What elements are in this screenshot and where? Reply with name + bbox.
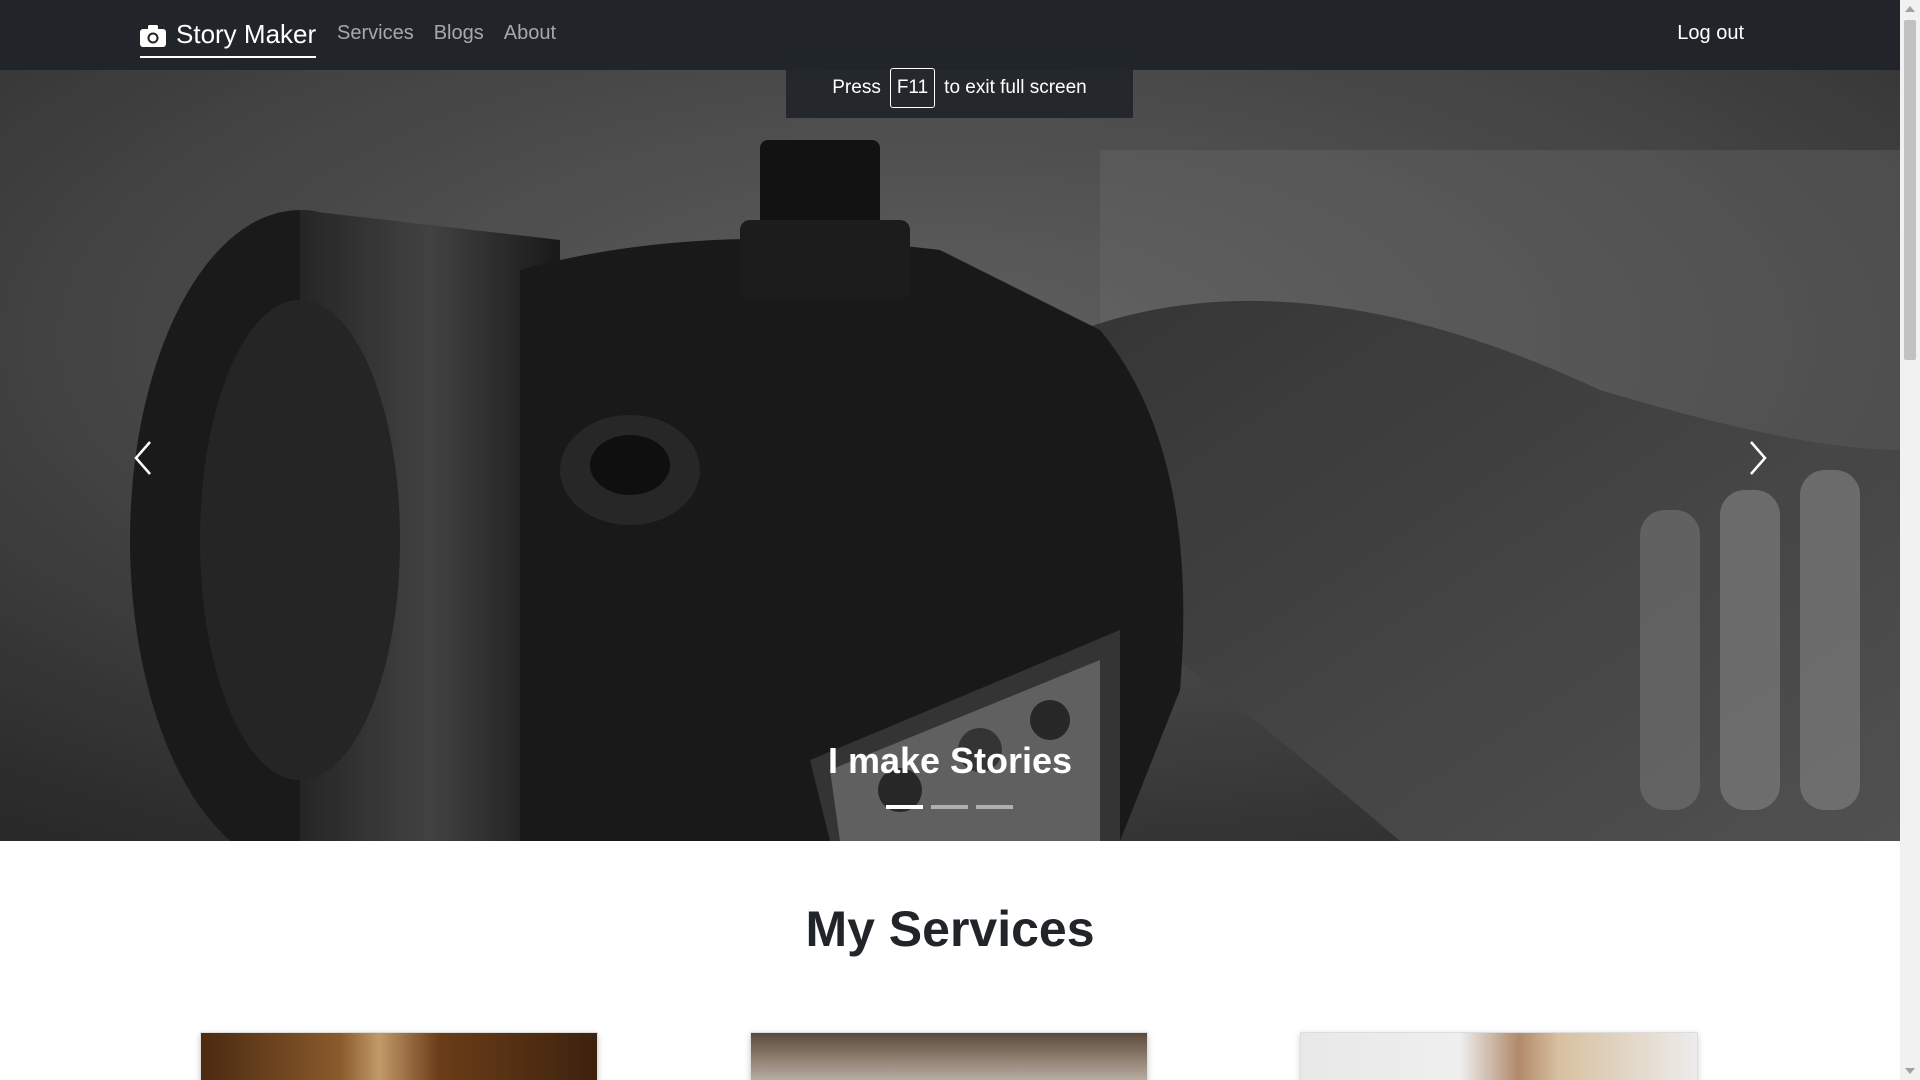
carousel-indicators bbox=[886, 805, 1013, 809]
camera-icon bbox=[140, 23, 166, 47]
brand-link[interactable]: Story Maker bbox=[140, 16, 317, 58]
f11-key: F11 bbox=[889, 67, 936, 108]
nav-link-services[interactable]: Services bbox=[337, 22, 414, 45]
chevron-right-icon bbox=[1747, 438, 1769, 483]
hero-camera-image bbox=[0, 70, 1900, 841]
carousel-next-button[interactable] bbox=[1733, 430, 1783, 490]
logout-link[interactable]: Log out bbox=[1677, 22, 1744, 45]
hero-carousel: I make Stories bbox=[0, 70, 1900, 841]
carousel-indicator-1[interactable] bbox=[886, 805, 923, 809]
page-scrollbar[interactable] bbox=[1900, 0, 1920, 1080]
nav-link-about[interactable]: About bbox=[504, 22, 556, 45]
fullscreen-notice-suffix: to exit full screen bbox=[944, 76, 1087, 98]
nav-links: Services Blogs About bbox=[337, 22, 556, 45]
scroll-up-arrow-icon[interactable] bbox=[1905, 6, 1915, 12]
service-card-image-1[interactable] bbox=[200, 1032, 598, 1080]
scrollbar-thumb[interactable] bbox=[1904, 20, 1916, 360]
service-card-image-3[interactable] bbox=[1300, 1032, 1698, 1080]
services-title: My Services bbox=[805, 901, 1095, 957]
carousel-indicator-3[interactable] bbox=[976, 805, 1013, 809]
carousel-caption: I make Stories bbox=[827, 740, 1073, 781]
carousel-prev-button[interactable] bbox=[118, 430, 168, 490]
brand-name: Story Maker bbox=[176, 18, 317, 49]
scroll-down-arrow-icon[interactable] bbox=[1905, 1068, 1915, 1074]
nav-link-blogs[interactable]: Blogs bbox=[434, 22, 484, 45]
chevron-left-icon bbox=[132, 438, 154, 483]
fullscreen-notice-prefix: Press bbox=[832, 76, 881, 98]
service-card-image-2[interactable] bbox=[750, 1032, 1148, 1080]
carousel-indicator-2[interactable] bbox=[931, 805, 968, 809]
fullscreen-notice: Press F11 to exit full screen bbox=[786, 57, 1133, 118]
